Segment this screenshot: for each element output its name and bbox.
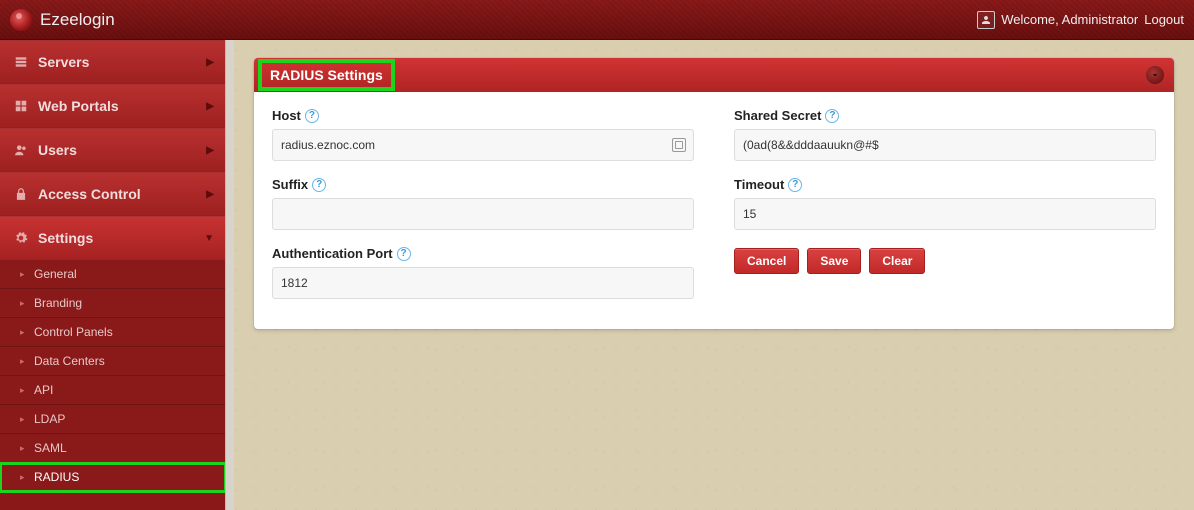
sub-item-ldap[interactable]: LDAP (0, 405, 226, 434)
header-user-area: Welcome, Administrator Logout (977, 11, 1184, 29)
sidebar-item-settings[interactable]: Settings ▼ (0, 216, 226, 260)
sub-item-branding[interactable]: Branding (0, 289, 226, 318)
panel-collapse-button[interactable] (1146, 66, 1164, 84)
radius-settings-panel: RADIUS Settings Host ? (254, 58, 1174, 329)
sidebar-item-servers[interactable]: Servers ▶ (0, 40, 226, 84)
sub-item-label: RADIUS (34, 470, 79, 484)
sidebar-item-label: Users (38, 142, 77, 158)
auth-port-input[interactable] (272, 267, 694, 299)
sidebar-item-label: Servers (38, 54, 89, 70)
chevron-down-icon (1150, 70, 1160, 80)
left-column: Host ? Suffix ? (272, 108, 694, 299)
brand-logo-icon (10, 9, 32, 31)
help-icon[interactable]: ? (312, 178, 326, 192)
grid-icon (14, 99, 28, 113)
app-header: Ezeelogin Welcome, Administrator Logout (0, 0, 1194, 40)
timeout-input[interactable] (734, 198, 1156, 230)
logout-link[interactable]: Logout (1144, 12, 1184, 27)
suffix-field: Suffix ? (272, 177, 694, 230)
host-label: Host ? (272, 108, 694, 123)
suffix-label: Suffix ? (272, 177, 694, 192)
panel-body: Host ? Suffix ? (254, 92, 1174, 329)
shared-secret-field: Shared Secret ? (734, 108, 1156, 161)
help-icon[interactable]: ? (788, 178, 802, 192)
cancel-button[interactable]: Cancel (734, 248, 799, 274)
user-avatar-icon (977, 11, 995, 29)
sidebar-item-label: Access Control (38, 186, 141, 202)
sub-item-label: Data Centers (34, 354, 105, 368)
chevron-right-icon: ▶ (206, 189, 214, 200)
sub-item-saml[interactable]: SAML (0, 434, 226, 463)
sub-item-label: LDAP (34, 412, 65, 426)
sidebar-item-access-control[interactable]: Access Control ▶ (0, 172, 226, 216)
panel-title: RADIUS Settings (264, 65, 389, 85)
auth-port-label: Authentication Port ? (272, 246, 694, 261)
sub-item-label: API (34, 383, 53, 397)
sub-item-label: SAML (34, 441, 67, 455)
panel-header: RADIUS Settings (254, 58, 1174, 92)
servers-icon (14, 55, 28, 69)
timeout-field: Timeout ? (734, 177, 1156, 230)
help-icon[interactable]: ? (825, 109, 839, 123)
users-icon (14, 143, 28, 157)
sub-item-general[interactable]: General (0, 260, 226, 289)
brand-name: Ezeelogin (40, 10, 115, 30)
right-column: Shared Secret ? Timeout ? Cancel (734, 108, 1156, 299)
sub-item-api[interactable]: API (0, 376, 226, 405)
sidebar-item-label: Web Portals (38, 98, 119, 114)
gears-icon (14, 231, 28, 245)
sub-item-data-centers[interactable]: Data Centers (0, 347, 226, 376)
main-layout: Servers ▶ Web Portals ▶ Users ▶ Access C… (0, 40, 1194, 510)
chevron-right-icon: ▶ (206, 145, 214, 156)
clear-button[interactable]: Clear (869, 248, 925, 274)
sub-item-label: General (34, 267, 77, 281)
chevron-right-icon: ▶ (206, 57, 214, 68)
host-field: Host ? (272, 108, 694, 161)
help-icon[interactable]: ? (305, 109, 319, 123)
host-input[interactable] (272, 129, 694, 161)
sidebar-item-web-portals[interactable]: Web Portals ▶ (0, 84, 226, 128)
sidebar: Servers ▶ Web Portals ▶ Users ▶ Access C… (0, 40, 226, 510)
save-button[interactable]: Save (807, 248, 861, 274)
sub-item-label: Branding (34, 296, 82, 310)
button-row: Cancel Save Clear (734, 248, 1156, 274)
sub-item-control-panels[interactable]: Control Panels (0, 318, 226, 347)
brand: Ezeelogin (10, 9, 115, 31)
welcome-text: Welcome, Administrator (1001, 12, 1138, 27)
settings-submenu: General Branding Control Panels Data Cen… (0, 260, 226, 492)
autofill-icon[interactable] (672, 138, 686, 152)
sidebar-item-label: Settings (38, 230, 93, 246)
shared-secret-input[interactable] (734, 129, 1156, 161)
content-area: RADIUS Settings Host ? (226, 40, 1194, 510)
shared-secret-label: Shared Secret ? (734, 108, 1156, 123)
auth-port-field: Authentication Port ? (272, 246, 694, 299)
lock-icon (14, 187, 28, 201)
chevron-down-icon: ▼ (204, 233, 214, 244)
chevron-right-icon: ▶ (206, 101, 214, 112)
timeout-label: Timeout ? (734, 177, 1156, 192)
suffix-input[interactable] (272, 198, 694, 230)
sub-item-radius[interactable]: RADIUS (0, 463, 226, 492)
help-icon[interactable]: ? (397, 247, 411, 261)
sub-item-label: Control Panels (34, 325, 113, 339)
sidebar-item-users[interactable]: Users ▶ (0, 128, 226, 172)
